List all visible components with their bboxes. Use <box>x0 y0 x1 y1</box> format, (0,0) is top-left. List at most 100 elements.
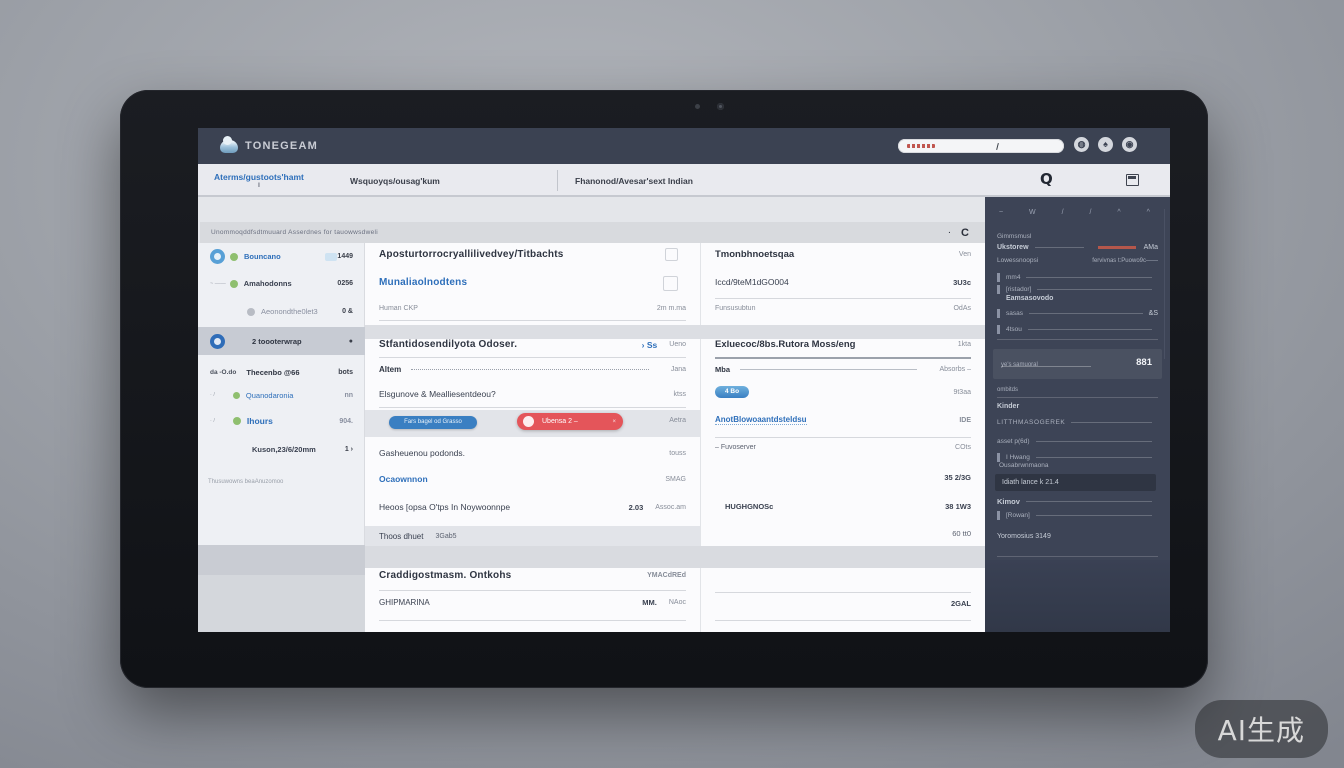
apps-icon[interactable]: ♠ <box>1098 137 1113 152</box>
row-value: SMAG <box>665 476 686 483</box>
tab-second[interactable]: Wsquoyqs/ousag'kum <box>350 164 440 197</box>
panel-label: [ristador] <box>1006 286 1031 293</box>
danger-action-button[interactable]: Ubensa 2 – × <box>517 413 623 430</box>
close-icon[interactable]: × <box>612 419 616 425</box>
panel-row[interactable]: LITTHMASOGEREK <box>997 419 1158 426</box>
app-title: TONEGEAM <box>245 140 318 152</box>
panel-value: AMa <box>1144 244 1158 251</box>
sidebar-item[interactable]: ~ —— Amahodonns 0256 <box>198 270 365 297</box>
divider <box>557 170 558 191</box>
sidebar-item-value: 0256 <box>337 280 353 287</box>
data-row[interactable]: Iccd/9teM1dGO004 3U3c <box>715 277 971 287</box>
slash-icon[interactable]: / <box>1062 209 1064 216</box>
section-row: Aposturtorrocryallilivedvey/Titbachts <box>379 249 686 260</box>
panel-row[interactable]: Kimov <box>997 497 1158 506</box>
panel-row[interactable]: [ristador] <box>997 285 1158 294</box>
divider <box>715 298 971 299</box>
sidebar-item-selected[interactable]: 2 toooterwrap ● <box>198 327 365 355</box>
panel-row[interactable]: Ukstorew AMa <box>997 244 1158 251</box>
panel-row[interactable]: asset p(6d) <box>997 438 1158 445</box>
meta-value: 2m m.ma <box>657 305 686 312</box>
link-row[interactable]: Ocaownnon SMAG <box>379 474 686 484</box>
panel-row[interactable]: Lowessnoopsi fervivnas t:Puowo9c—— <box>997 257 1158 264</box>
tab-active[interactable]: Aterms/gustoots'hamt I <box>214 164 304 197</box>
sidebar-item[interactable]: Aeonondthe0let3 0 & <box>198 298 365 325</box>
data-row[interactable]: HUGHGNOSc 38 1W3 <box>715 502 971 511</box>
row-value: touss <box>669 450 686 457</box>
link-row[interactable]: AnotBlowoaantdsteldsu IDE <box>715 415 971 425</box>
panel-row[interactable]: Yoromosius 3149 <box>997 533 1158 540</box>
notifications-icon[interactable]: ◍ <box>1074 137 1089 152</box>
slash-icon[interactable]: / <box>1090 209 1092 216</box>
panel-row[interactable]: Kinder <box>997 403 1158 410</box>
row-value: COts <box>955 444 971 451</box>
row-value: 3U3c <box>953 278 971 287</box>
sidebar-item-pre: · / <box>210 418 215 424</box>
panel-row[interactable]: I Hwang <box>997 453 1158 462</box>
sidebar-item-label: 2 toooterwrap <box>252 337 349 346</box>
search-input[interactable] <box>898 139 1064 153</box>
caret-icon[interactable]: ^ <box>1147 209 1150 216</box>
panel-label: asset p(6d) <box>997 438 1030 445</box>
divider <box>715 357 971 359</box>
data-row[interactable]: – Fuvoserver COts <box>715 444 971 451</box>
row-link[interactable]: AnotBlowoaantdsteldsu <box>715 415 807 425</box>
panel-label: Ukstorew <box>997 244 1029 251</box>
refresh-icon[interactable]: C <box>961 227 969 239</box>
data-row[interactable]: Elsgunove & Mealliesentdeou? ktss <box>379 389 686 399</box>
sidebar-item[interactable]: · / Ihours 904. <box>198 407 365 435</box>
row-label: – Fuvoserver <box>715 444 943 451</box>
link-row[interactable]: Munaliaolnodtens <box>379 277 686 288</box>
search-icon[interactable]: Q <box>1040 170 1053 188</box>
avatar-cloud-icon <box>210 249 225 264</box>
sidebar-item[interactable]: da -O.do Thecenbo @66 bots <box>198 359 365 386</box>
row-link[interactable]: Ocaownnon <box>379 474 653 484</box>
panel-label: Lowessnoopsi <box>997 257 1038 264</box>
panel-label: I Hwang <box>1006 454 1030 461</box>
data-row[interactable]: GHIPMARINA MM. NAoc <box>379 598 686 607</box>
sidebar-item[interactable]: Bouncano 1449 <box>198 243 365 270</box>
field-value: Absorbs – <box>939 366 971 373</box>
side-panel: ~ W / / ^ ^ Gimmsmusl Ukstorew AMa <box>985 197 1170 632</box>
panel-row[interactable]: sasas &S <box>997 309 1158 318</box>
panel-highlight-row[interactable]: ye's samuoral 881 <box>993 349 1162 379</box>
sidebar-item-value: nn <box>344 392 353 399</box>
content-area: Unommoqddfsdtmuuard Asserdnes for tauoww… <box>198 197 1170 632</box>
panel-inset-box[interactable]: Idiath lance k 21.4 <box>995 474 1156 491</box>
wave-icon[interactable]: ~ <box>999 209 1003 216</box>
w-icon[interactable]: W <box>1029 209 1036 216</box>
avatar-icon <box>210 334 225 349</box>
account-icon[interactable]: ◉ <box>1122 137 1137 152</box>
panel-label: Idiath lance k 21.4 <box>1002 479 1059 486</box>
field-row[interactable]: Altem Jana <box>379 365 686 374</box>
field-input-line[interactable] <box>740 369 917 370</box>
tab-third[interactable]: Fhanonod/Avesar'sext Indian <box>575 164 693 197</box>
section-value: 1kta <box>958 341 971 348</box>
primary-action-button[interactable]: Fars bagel od Grasso <box>389 416 477 429</box>
status-badge[interactable]: 4 Bo <box>715 386 749 398</box>
expand-link[interactable]: › Ss <box>642 340 658 350</box>
caret-icon[interactable]: ^ <box>1117 209 1120 216</box>
app-logo[interactable]: TONEGEAM <box>220 140 318 153</box>
menu-dot-icon[interactable]: · <box>948 227 951 238</box>
field-value: Jana <box>671 366 686 373</box>
primary-link[interactable]: Munaliaolnodtens <box>379 277 686 288</box>
divider <box>379 620 686 621</box>
window-restore-icon[interactable] <box>1126 174 1139 186</box>
field-row[interactable]: Mba Absorbs – <box>715 365 971 374</box>
panel-row: Gimmsmusl <box>997 233 1158 240</box>
watermark-text: AI生成 <box>1218 714 1305 747</box>
field-input-line[interactable] <box>411 369 649 370</box>
sidebar-item[interactable]: Kuson,23/6/20mm 1 › <box>198 437 365 462</box>
panel-row[interactable]: 4tsou <box>997 325 1158 334</box>
tab-sublabel: I <box>214 183 304 189</box>
section-title: Craddigostmasm. Ontkohs <box>379 570 635 581</box>
data-row[interactable]: Gasheuenou podonds. touss <box>379 448 686 458</box>
sidebar-item[interactable]: · / Quanodaronia nn <box>198 383 365 407</box>
row-label: Iccd/9teM1dGO004 <box>715 277 941 287</box>
panel-row[interactable]: [Rowan] <box>997 511 1158 520</box>
data-row[interactable]: Heoos [opsa O'tps In Noywoonnpe 2.03 Ass… <box>379 502 686 512</box>
main-column-right: Tmonbhnoetsqaa Ven Iccd/9teM1dGO004 3U3c… <box>700 243 985 632</box>
panel-row[interactable]: mm4 <box>997 273 1158 282</box>
field-label: Altem <box>379 365 401 374</box>
